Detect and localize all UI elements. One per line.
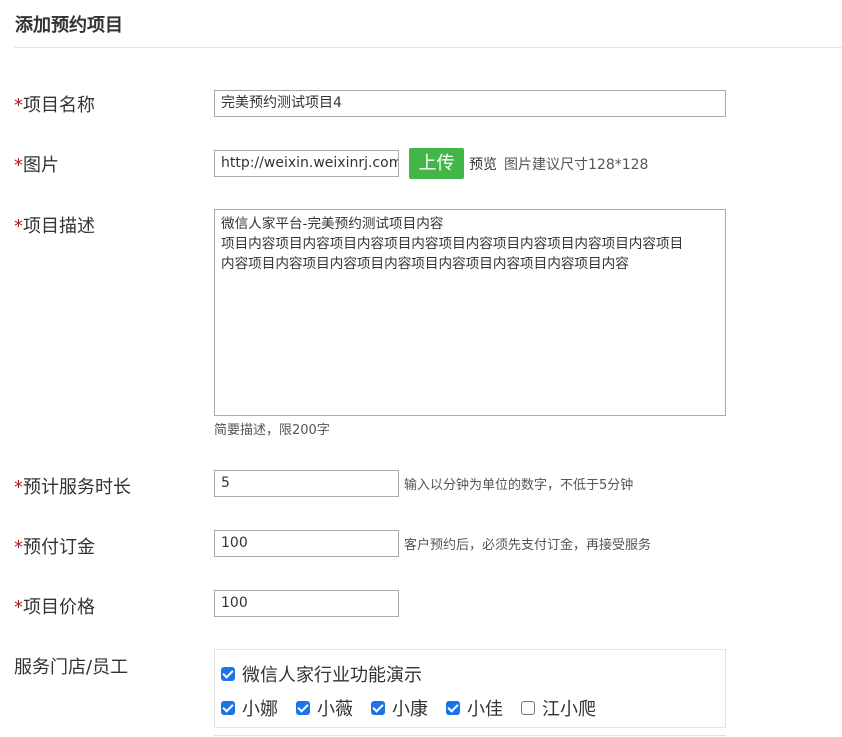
staff-option[interactable]: 小佳 — [446, 695, 503, 721]
description-label: *项目描述 — [14, 212, 95, 238]
next-box-edge — [214, 735, 726, 736]
title-divider — [14, 47, 842, 48]
image-size-hint: 图片建议尺寸128*128 — [504, 157, 649, 173]
name-input[interactable]: 完美预约测试项目4 — [214, 90, 726, 117]
staff-option[interactable]: 小娜 — [221, 695, 278, 721]
staff-option[interactable]: 小薇 — [296, 695, 353, 721]
staff-name: 小薇 — [317, 699, 353, 720]
image-label-text: 图片 — [23, 155, 59, 176]
staff-checkbox[interactable] — [521, 701, 535, 715]
description-line: 项目内容项目内容项目内容项目内容项目内容项目内容项目内容项目内容项目 — [221, 236, 684, 252]
required-mark: * — [14, 537, 23, 558]
price-input[interactable]: 100 — [214, 590, 399, 617]
staff-name: 江小爬 — [542, 699, 596, 720]
page-title: 添加预约项目 — [15, 15, 123, 36]
stores-label: 服务门店/员工 — [14, 657, 129, 678]
description-line: 内容项目内容项目内容项目内容项目内容项目内容项目内容项目内容 — [221, 256, 629, 272]
deposit-hint: 客户预约后，必须先支付订金，再接受服务 — [404, 538, 652, 553]
deposit-input[interactable]: 100 — [214, 530, 399, 557]
description-label-text: 项目描述 — [23, 216, 95, 237]
description-hint: 简要描述，限200字 — [214, 423, 330, 438]
store-checkbox[interactable] — [221, 667, 235, 681]
store-option[interactable]: 微信人家行业功能演示 — [221, 663, 422, 686]
duration-input[interactable]: 5 — [214, 470, 399, 497]
staff-option[interactable]: 小康 — [371, 695, 428, 721]
duration-label-text: 预计服务时长 — [23, 477, 131, 498]
name-label-text: 项目名称 — [23, 95, 95, 116]
required-mark: * — [14, 477, 23, 498]
description-textarea[interactable]: 微信人家平台-完美预约测试项目内容 项目内容项目内容项目内容项目内容项目内容项目… — [214, 209, 726, 416]
duration-hint: 输入以分钟为单位的数字，不低于5分钟 — [404, 478, 634, 493]
staff-checkbox[interactable] — [446, 701, 460, 715]
name-label: *项目名称 — [14, 91, 95, 117]
deposit-label: *预付订金 — [14, 533, 95, 559]
staff-checkbox[interactable] — [296, 701, 310, 715]
required-mark: * — [14, 597, 23, 618]
required-mark: * — [14, 216, 23, 237]
staff-checkbox[interactable] — [371, 701, 385, 715]
staff-option[interactable]: 江小爬 — [521, 695, 596, 721]
description-line: 微信人家平台-完美预约测试项目内容 — [221, 216, 444, 232]
required-mark: * — [14, 155, 23, 176]
price-label: *项目价格 — [14, 593, 95, 619]
staff-name: 小娜 — [242, 699, 278, 720]
store-name: 微信人家行业功能演示 — [242, 665, 422, 686]
staff-options: 小娜 小薇 小康 小佳 江小爬 — [221, 695, 614, 721]
preview-link[interactable]: 预览 — [469, 154, 497, 174]
image-label: *图片 — [14, 151, 59, 177]
staff-name: 小佳 — [467, 699, 503, 720]
staff-name: 小康 — [392, 699, 428, 720]
deposit-label-text: 预付订金 — [23, 537, 95, 558]
required-mark: * — [14, 95, 23, 116]
image-url-input[interactable]: http://weixin.weixinrj.com — [214, 150, 399, 177]
upload-button[interactable]: 上传 — [409, 148, 464, 179]
duration-label: *预计服务时长 — [14, 473, 131, 499]
price-label-text: 项目价格 — [23, 597, 95, 618]
staff-checkbox[interactable] — [221, 701, 235, 715]
